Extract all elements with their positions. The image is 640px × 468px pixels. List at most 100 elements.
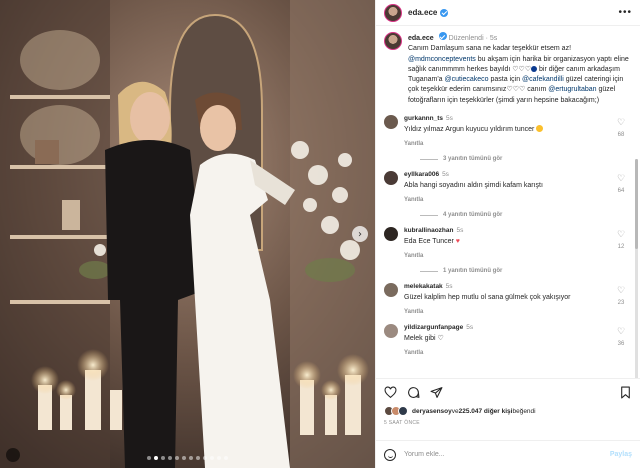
comment-like-count: 64 — [617, 188, 625, 195]
carousel-dot — [154, 456, 158, 460]
post-comment-button[interactable]: Paylaş — [610, 451, 632, 458]
heart-icon: ♡ — [616, 285, 626, 296]
mention-link[interactable]: @mdmconceptevents — [408, 56, 476, 63]
carousel-dot — [217, 456, 221, 460]
comment-text: Abla hangi soyadını aldın şimdi kafam ka… — [404, 182, 543, 190]
caption-time: 5s — [489, 35, 498, 42]
wedding-photo-image — [0, 0, 375, 468]
heart-icon: ♡ — [616, 229, 626, 240]
comment-time: 5s — [446, 115, 453, 123]
carousel-dot — [196, 456, 200, 460]
comment-like[interactable]: ♡ 36 — [614, 326, 628, 347]
caption-part: pasta için — [488, 76, 523, 84]
scrollbar-thumb[interactable] — [635, 159, 638, 249]
caption-part: canım — [525, 86, 549, 94]
mention-link[interactable]: @ertugrultaban — [548, 86, 596, 93]
comment-text: Eda Ece Tuncer — [404, 238, 456, 246]
heart-icon: ♡ — [616, 117, 626, 128]
likes-connector: ve — [451, 407, 459, 415]
comment-like-count: 36 — [617, 341, 625, 348]
instagram-post: › eda.ece ••• eda.ece Düzenlendi · 5s Ca… — [0, 0, 640, 468]
comment-time: 5s — [445, 283, 453, 291]
reply-button[interactable]: Yanıtla — [404, 253, 604, 259]
comment-text: Yıldız yılmaz Argun kuyucu yıldırım tunc… — [404, 126, 535, 134]
reply-button[interactable]: Yanıtla — [404, 197, 604, 203]
post-time-ago: 5 SAAT ÖNCE — [384, 420, 420, 426]
author-avatar[interactable] — [384, 3, 402, 22]
view-replies-button[interactable]: 4 yanıtın tümünü gör — [420, 212, 632, 218]
commenter-avatar[interactable] — [384, 227, 398, 242]
post-caption: eda.ece Düzenlendi · 5s Canım Damlaşum s… — [384, 32, 632, 106]
comment-like[interactable]: ♡ 23 — [614, 285, 628, 306]
comment-like-count: 68 — [617, 132, 625, 139]
red-heart-emoji-icon: ♥ — [455, 238, 460, 246]
carousel-dot — [210, 456, 214, 460]
commenter-avatar[interactable] — [384, 171, 398, 186]
commenter-username[interactable]: melekakatak — [404, 283, 443, 290]
liker-username[interactable]: deryasensoy — [412, 408, 452, 415]
comment-like[interactable]: ♡ 68 — [614, 117, 628, 138]
commenter-avatar[interactable] — [384, 115, 398, 130]
reply-button[interactable]: Yanıtla — [404, 309, 604, 315]
comment-item: melekakatak 5s Güzel kalplim hep mutlu ol… — [384, 283, 632, 315]
view-replies-button[interactable]: 3 yanıtın tümünü gör — [420, 156, 632, 162]
emoji-picker-icon[interactable] — [384, 448, 396, 461]
view-replies-button[interactable]: 1 yanıtın tümünü gör — [420, 268, 632, 274]
carousel-dot — [203, 456, 207, 460]
likes-suffix: beğendi — [512, 407, 536, 415]
share-send-icon[interactable] — [430, 386, 443, 399]
post-header: eda.ece ••• — [376, 0, 640, 26]
bookmark-save-icon[interactable] — [619, 386, 632, 399]
caption-separator: · — [485, 35, 488, 42]
comment-time: 5s — [442, 171, 449, 179]
comment-item: kubrallinaozhan 5s Eda Ece Tuncer ♥ Yanıt… — [384, 227, 632, 259]
verified-badge-icon — [438, 32, 447, 40]
like-heart-icon[interactable] — [384, 385, 397, 399]
view-replies-label: 4 yanıtın tümünü gör — [443, 212, 503, 219]
commenter-username[interactable]: gurkannn_ts — [404, 115, 443, 122]
verified-badge-icon — [440, 8, 449, 17]
comment-bubble-icon[interactable] — [407, 386, 420, 399]
edited-label: Düzenlendi — [448, 35, 484, 42]
comment-like[interactable]: ♡ 64 — [614, 173, 628, 194]
likes-count[interactable]: 225.047 diğer kişi — [459, 408, 513, 415]
carousel-indicator — [0, 456, 375, 460]
reply-button[interactable]: Yanıtla — [404, 350, 604, 356]
view-replies-label: 3 yanıtın tümünü gör — [443, 156, 503, 163]
comment-text: Melek gibi — [404, 335, 438, 343]
comment-text: Güzel kalplim hep mutlu ol sana gülmek ç… — [404, 294, 571, 302]
next-photo-button[interactable]: › — [352, 226, 368, 242]
white-heart-emoji-icon: ♡♡♡ — [506, 86, 526, 94]
comments-scroll-area[interactable]: eda.ece Düzenlendi · 5s Canım Damlaşum s… — [376, 26, 640, 378]
white-heart-emoji-icon: ♡♡♡ — [512, 65, 532, 73]
commenter-username[interactable]: kubrallinaozhan — [404, 227, 453, 234]
white-heart-emoji-icon: ♡ — [437, 335, 444, 343]
carousel-dot — [224, 456, 228, 460]
commenter-username[interactable]: eyllkara006 — [404, 171, 439, 178]
carousel-dot — [189, 456, 193, 460]
liker-avatars — [384, 406, 408, 416]
view-replies-label: 1 yanıtın tümünü gör — [443, 268, 503, 275]
reply-button[interactable]: Yanıtla — [404, 141, 604, 147]
mention-link[interactable]: @cafekandilli — [522, 76, 564, 83]
post-photo[interactable]: › — [0, 0, 375, 468]
commenter-avatar[interactable] — [384, 283, 398, 298]
carousel-dot — [161, 456, 165, 460]
more-options-icon[interactable]: ••• — [618, 7, 632, 18]
comment-like-count: 12 — [617, 244, 625, 251]
laughing-emoji-icon — [536, 125, 544, 133]
caption-username[interactable]: eda.ece — [408, 35, 434, 42]
tagged-users-button[interactable] — [6, 448, 20, 462]
caption-author-avatar[interactable] — [384, 32, 402, 50]
author-username[interactable]: eda.ece — [408, 8, 437, 17]
mention-link[interactable]: @cutiecakeco — [445, 76, 489, 83]
comments-scrollbar[interactable] — [635, 159, 638, 378]
likes-summary[interactable]: deryasensoy ve 225.047 diğer kişi beğend… — [384, 406, 632, 416]
comment-input[interactable] — [404, 451, 610, 458]
commenter-avatar[interactable] — [384, 324, 398, 339]
commenter-username[interactable]: yildizargunfanpage — [404, 324, 463, 331]
carousel-dot — [168, 456, 172, 460]
add-comment-bar: Paylaş — [376, 440, 640, 468]
comment-like[interactable]: ♡ 12 — [614, 229, 628, 250]
comment-like-count: 23 — [617, 300, 625, 307]
